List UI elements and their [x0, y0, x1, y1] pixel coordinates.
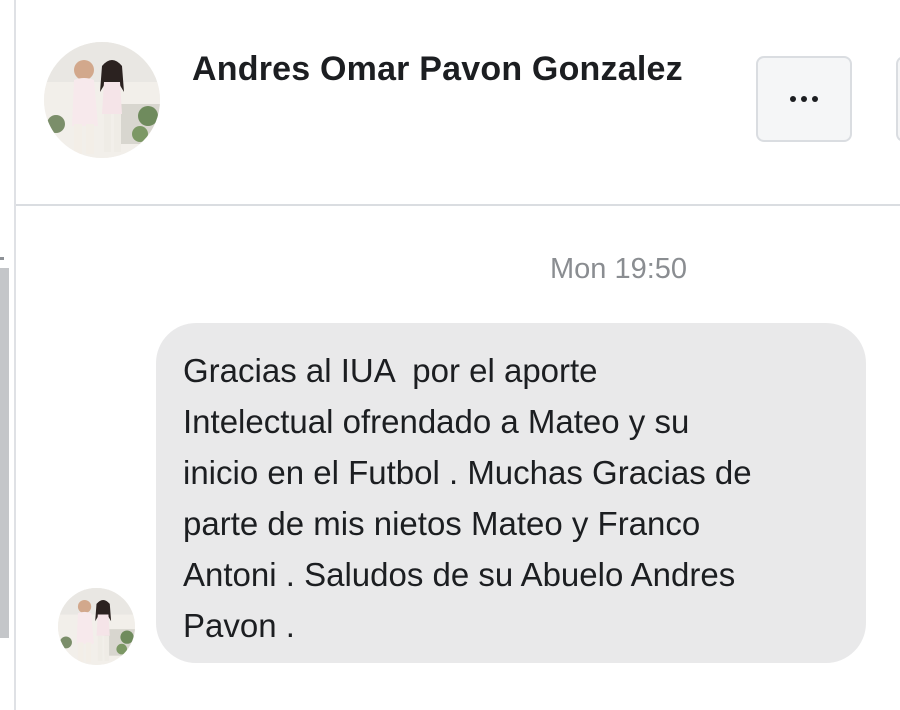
- message-line: parte de mis nietos Mateo y Franco: [183, 505, 701, 542]
- message-timestamp: Mon 19:50: [550, 253, 688, 285]
- message-line: Intelectual ofrendado a Mateo y su: [183, 403, 690, 440]
- conversation-header: Andres Omar Pavon Gonzalez: [16, 0, 900, 206]
- sender-avatar[interactable]: [58, 588, 135, 665]
- left-panel-marker: [0, 257, 4, 260]
- message-line: inicio en el Futbol . Muchas Gracias de: [183, 454, 752, 491]
- left-panel-scrollbar[interactable]: [0, 268, 9, 638]
- sender-photo: [58, 588, 135, 665]
- message-bubble[interactable]: Gracias al IUA por el aporte Intelectual…: [156, 323, 866, 663]
- message-line: Pavon .: [183, 607, 295, 644]
- message-line: Antoni . Saludos de su Abuelo Andres: [183, 556, 736, 593]
- more-horizontal-icon: [790, 96, 818, 102]
- contact-name[interactable]: Andres Omar Pavon Gonzalez: [192, 50, 683, 89]
- contact-photo: [44, 42, 160, 158]
- message-line: Gracias al IUA por el aporte: [183, 352, 598, 389]
- contact-avatar[interactable]: [44, 42, 160, 158]
- partial-header-button[interactable]: [896, 56, 900, 142]
- more-options-button[interactable]: [756, 56, 852, 142]
